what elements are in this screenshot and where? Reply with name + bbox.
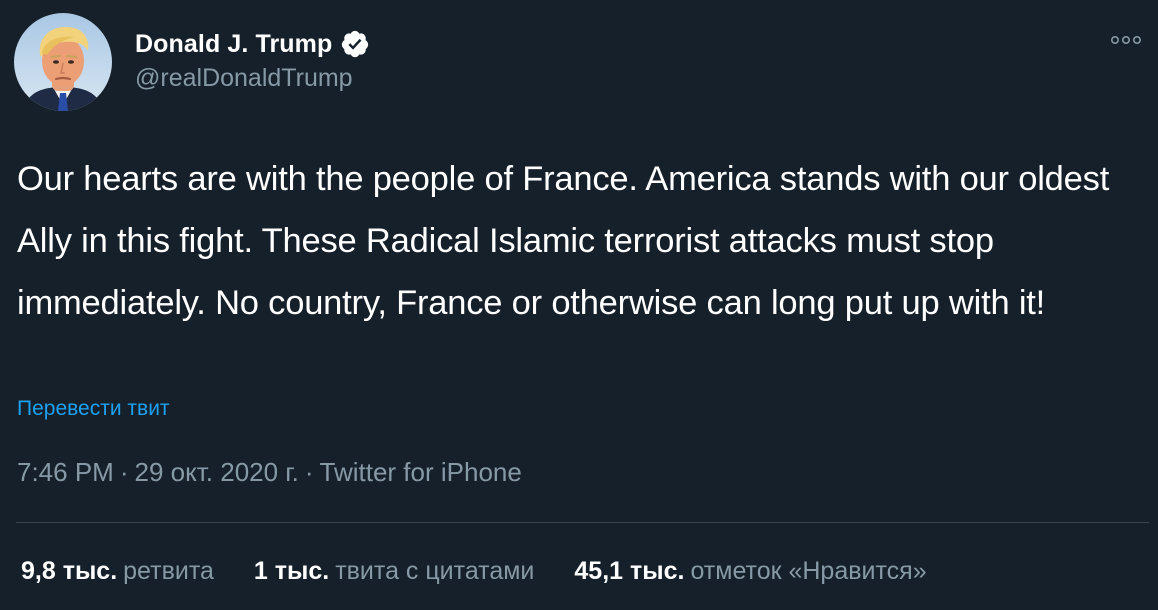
engagement-stats: 9,8 тыс. ретвита 1 тыс. твита с цитатами… bbox=[21, 557, 927, 586]
user-handle[interactable]: @realDonaldTrump bbox=[135, 64, 353, 93]
avatar[interactable] bbox=[14, 13, 112, 111]
avatar-image bbox=[14, 13, 112, 111]
likes-count: 45,1 тыс. bbox=[574, 557, 685, 585]
retweets-stat[interactable]: 9,8 тыс. ретвита bbox=[21, 557, 214, 586]
verified-badge-icon bbox=[342, 30, 369, 58]
quote-tweets-count: 1 тыс. bbox=[253, 557, 330, 585]
likes-stat[interactable]: 45,1 тыс. отметок «Нравится» bbox=[574, 557, 926, 586]
tweet-metadata: 7:46 PM · 29 окт. 2020 г. · Twitter for iPho… bbox=[17, 457, 522, 488]
tweet-text: Our hearts are with the people of France… bbox=[17, 160, 1110, 322]
tweet-card: Donald J. Trump @realDonaldTrump Our hea… bbox=[0, 0, 1158, 610]
tweet-time[interactable]: 7:46 PM bbox=[17, 457, 114, 488]
meta-separator: · bbox=[119, 457, 129, 487]
tweet-source[interactable]: Twitter for iPhone bbox=[320, 457, 522, 488]
likes-label: отметок «Нравится» bbox=[690, 557, 927, 585]
divider bbox=[16, 522, 1149, 523]
more-options-icon[interactable] bbox=[1108, 30, 1144, 50]
retweets-label: ретвита bbox=[123, 557, 214, 585]
quote-tweets-label: твита с цитатами bbox=[335, 557, 535, 585]
retweets-count: 9,8 тыс. bbox=[21, 557, 118, 585]
author-name-row: Donald J. Trump bbox=[135, 26, 370, 62]
meta-separator: · bbox=[304, 457, 314, 487]
display-name[interactable]: Donald J. Trump bbox=[135, 30, 332, 59]
quote-tweets-stat[interactable]: 1 тыс. твита с цитатами bbox=[254, 557, 535, 586]
tweet-date[interactable]: 29 окт. 2020 г. bbox=[135, 457, 299, 488]
translate-tweet-link[interactable]: Перевести твит bbox=[17, 397, 170, 421]
